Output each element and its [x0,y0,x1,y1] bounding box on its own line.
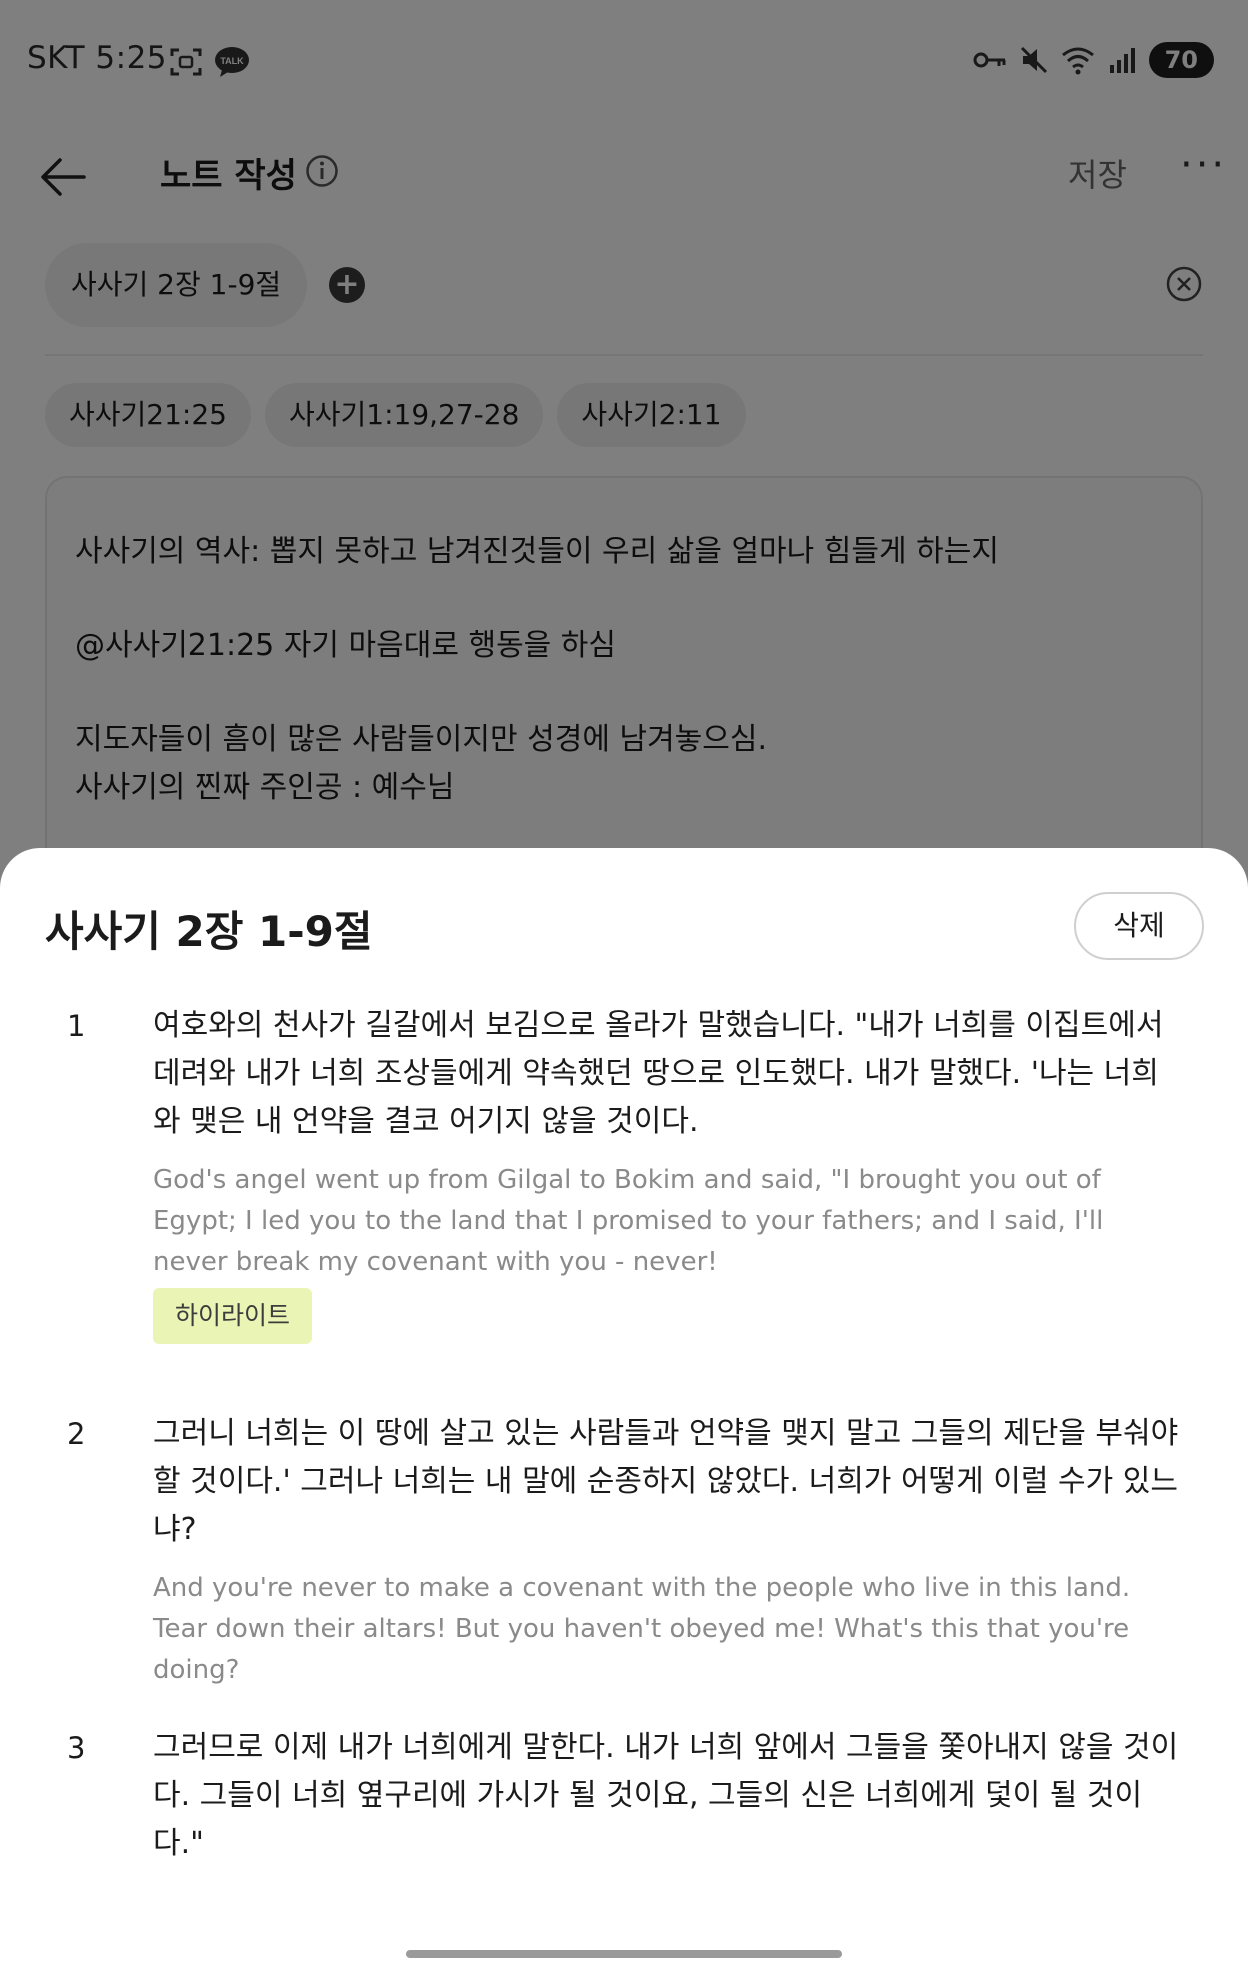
verse-number: 3 [67,1731,86,1765]
verse-english-text: And you're never to make a covenant with… [153,1573,1131,1685]
home-indicator[interactable] [406,1950,842,1958]
sheet-title: 사사기 2장 1-9절 [45,907,373,956]
verse-english-text: God's angel went up from Gilgal to Bokim… [153,1165,1104,1277]
delete-button[interactable]: 삭제 [1074,892,1204,960]
verse-korean-text: 그러므로 이제 내가 너희에게 말한다. 내가 너희 앞에서 그들을 쫓아내지 … [153,1730,1179,1861]
verse-korean-text: 여호와의 천사가 길갈에서 보김으로 올라가 말했습니다. "내가 너희를 이집… [153,1008,1164,1139]
verse-korean-text: 그러니 너희는 이 땅에 살고 있는 사람들과 언약을 맺지 말고 그들의 제단… [153,1416,1179,1547]
highlight-tag[interactable]: 하이라이트 [153,1288,313,1344]
verse-number: 2 [67,1417,86,1451]
verse-number: 1 [67,1009,86,1043]
passage-bottom-sheet: 사사기 2장 1-9절 삭제 1 여호와의 천사가 길갈에서 보김으로 올라가 … [0,848,1248,1972]
